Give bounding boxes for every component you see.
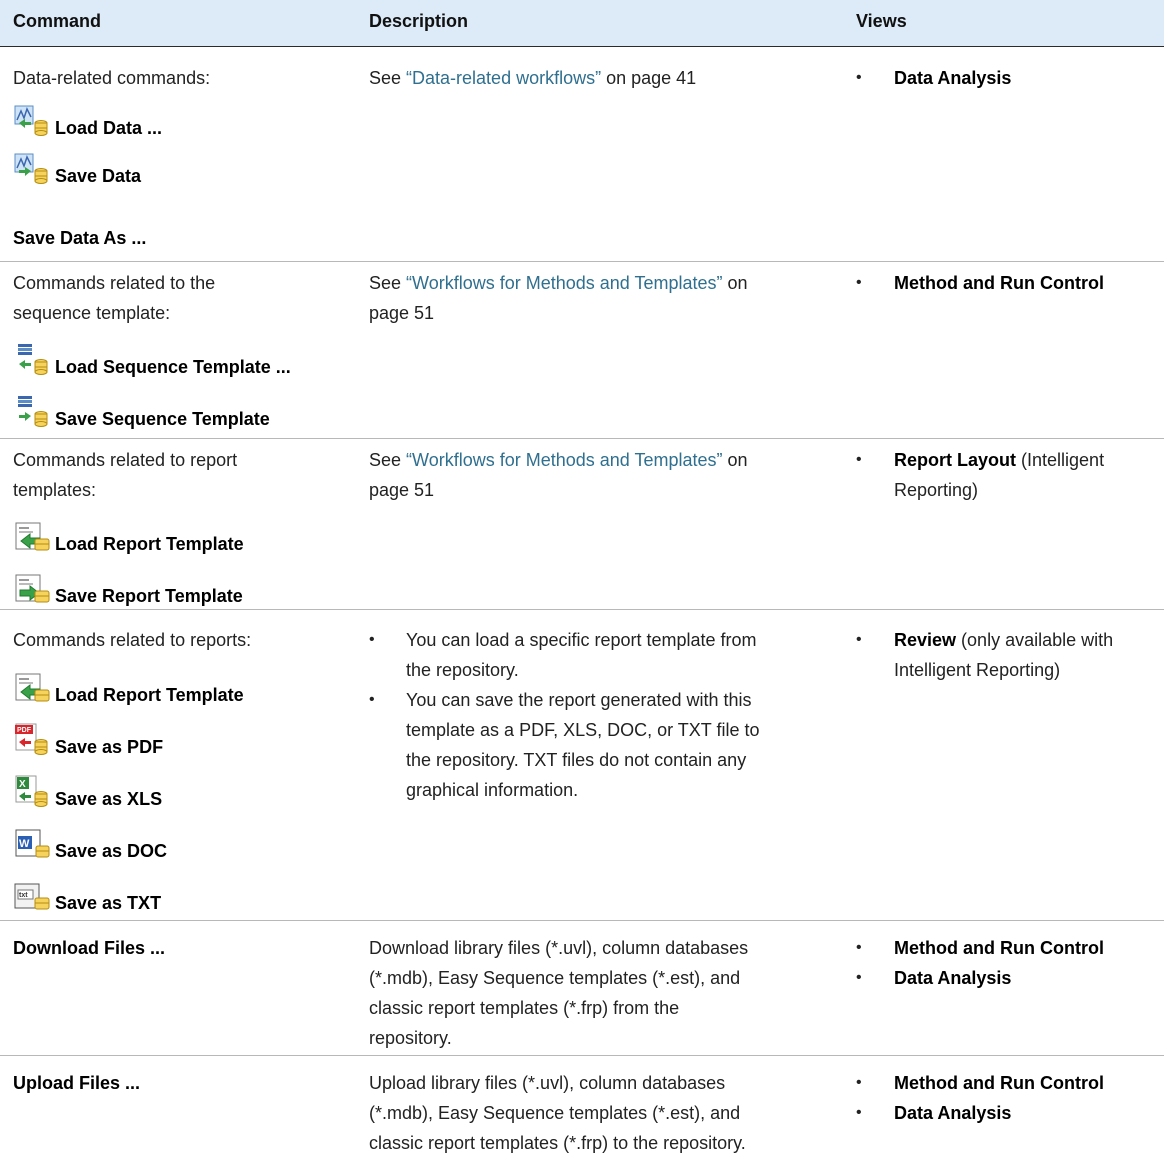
save-as-pdf-command[interactable]: PDF Save as PDF bbox=[13, 718, 163, 758]
data-db-icon bbox=[13, 151, 53, 187]
load-data-command[interactable]: Load Data ... bbox=[13, 99, 162, 139]
save-as-xls-command[interactable]: X Save as XLS bbox=[13, 770, 162, 810]
save-data-command[interactable]: Save Data bbox=[13, 147, 141, 187]
row-intro-line1: Commands related to the bbox=[13, 273, 216, 293]
bullet2-line2: template as a PDF, XLS, DOC, or TXT file… bbox=[406, 720, 760, 740]
header-views: Views bbox=[856, 11, 907, 31]
save-report-template-command[interactable]: Save Report Template bbox=[13, 567, 243, 607]
view-report-layout: Report Layout (Intelligent bbox=[894, 445, 1104, 475]
table-row: Upload Files ... Upload library files (*… bbox=[0, 1056, 1164, 1156]
load-report-template-label: Load Report Template bbox=[55, 534, 244, 554]
save-data-as-command[interactable]: Save Data As ... bbox=[13, 223, 146, 253]
report-template-icon bbox=[13, 519, 53, 555]
desc-prefix: See bbox=[369, 273, 407, 293]
view-method-run-control: Method and Run Control bbox=[894, 1073, 1104, 1093]
desc-line1: Upload library files (*.uvl), column dat… bbox=[369, 1073, 726, 1093]
svg-text:W: W bbox=[19, 838, 30, 850]
row-description: See “Data-related workflows” on page 41 bbox=[369, 63, 696, 93]
desc-line2: (*.mdb), Easy Sequence templates (*.est)… bbox=[369, 968, 741, 988]
table-header: Command Description Views bbox=[0, 0, 1164, 47]
desc-line3: classic report templates (*.frp) to the … bbox=[369, 1133, 746, 1153]
desc-line4: repository. bbox=[369, 1028, 452, 1048]
row-intro: Data-related commands: bbox=[13, 68, 211, 88]
desc-suffix: on page 41 bbox=[601, 68, 697, 88]
row-intro: Commands related to reports: bbox=[13, 630, 252, 650]
xls-icon: X bbox=[13, 774, 53, 810]
desc-line1: Download library files (*.uvl), column d… bbox=[369, 938, 749, 958]
desc-prefix: See bbox=[369, 450, 407, 470]
save-as-xls-label: Save as XLS bbox=[55, 789, 163, 809]
view-review: Review (only available with bbox=[894, 625, 1113, 655]
view-data-analysis: Data Analysis bbox=[894, 68, 1012, 88]
save-as-pdf-label: Save as PDF bbox=[55, 737, 164, 757]
methods-templates-link[interactable]: “Workflows for Methods and Templates” bbox=[406, 273, 722, 293]
bullet2-line4: graphical information. bbox=[406, 780, 579, 800]
table-row: Commands related to the sequence templat… bbox=[0, 262, 1164, 439]
pdf-icon: PDF bbox=[13, 722, 53, 758]
sequence-db-icon bbox=[13, 394, 53, 430]
desc-prefix: See bbox=[369, 68, 407, 88]
view-method-run-control: Method and Run Control bbox=[894, 273, 1104, 293]
view-data-analysis: Data Analysis bbox=[894, 1103, 1012, 1123]
report-template-icon bbox=[13, 670, 53, 706]
view-line2: Intelligent Reporting) bbox=[894, 660, 1061, 680]
load-report-template-command[interactable]: Load Report Template bbox=[13, 515, 244, 555]
bullet2-line1: You can save the report generated with t… bbox=[406, 690, 752, 710]
header-description: Description bbox=[369, 11, 469, 31]
row-description: See “Workflows for Methods and Templates… bbox=[369, 445, 748, 475]
save-sequence-template-command[interactable]: Save Sequence Template bbox=[13, 390, 270, 430]
view-bold: Report Layout bbox=[894, 450, 1017, 470]
load-sequence-template-command[interactable]: Load Sequence Template ... bbox=[13, 338, 291, 378]
row-intro-line2: sequence template: bbox=[13, 303, 171, 323]
desc-line3: classic report templates (*.frp) from th… bbox=[369, 998, 680, 1018]
view-rest: (Intelligent bbox=[1016, 450, 1105, 470]
table-row: Download Files ... Download library file… bbox=[0, 921, 1164, 1056]
data-workflows-link[interactable]: “Data-related workflows” bbox=[406, 68, 601, 88]
save-report-template-label: Save Report Template bbox=[55, 586, 243, 606]
save-as-txt-command[interactable]: txt Save as TXT bbox=[13, 874, 161, 914]
load-data-label: Load Data ... bbox=[55, 118, 163, 138]
table-row: Commands related to reports: Load Report… bbox=[0, 610, 1164, 921]
save-data-label: Save Data bbox=[55, 166, 142, 186]
doc-icon: W bbox=[13, 826, 53, 862]
sequence-db-icon bbox=[13, 342, 53, 378]
row-intro-line1: Commands related to report bbox=[13, 450, 238, 470]
txt-icon: txt bbox=[13, 878, 53, 914]
desc-line2: page 51 bbox=[369, 303, 435, 323]
bullet1-line1: You can load a specific report template … bbox=[406, 630, 757, 650]
data-db-icon bbox=[13, 103, 53, 139]
desc-line2: (*.mdb), Easy Sequence templates (*.est)… bbox=[369, 1103, 741, 1123]
methods-templates-link[interactable]: “Workflows for Methods and Templates” bbox=[406, 450, 722, 470]
save-as-doc-label: Save as DOC bbox=[55, 841, 168, 861]
view-data-analysis: Data Analysis bbox=[894, 968, 1012, 988]
row-intro-line2: templates: bbox=[13, 480, 97, 500]
desc-suffix: on bbox=[722, 450, 748, 470]
bullet1-line2: the repository. bbox=[406, 660, 519, 680]
view-method-run-control: Method and Run Control bbox=[894, 938, 1104, 958]
desc-line2: page 51 bbox=[369, 480, 435, 500]
table-row: Commands related to report templates: Lo… bbox=[0, 439, 1164, 610]
desc-suffix: on bbox=[722, 273, 748, 293]
report-template-icon bbox=[13, 571, 53, 607]
load-report-template-label: Load Report Template bbox=[55, 685, 244, 705]
save-sequence-template-label: Save Sequence Template bbox=[55, 409, 270, 429]
load-sequence-template-label: Load Sequence Template ... bbox=[55, 357, 291, 377]
svg-text:PDF: PDF bbox=[17, 727, 32, 734]
svg-text:X: X bbox=[19, 779, 26, 790]
save-as-txt-label: Save as TXT bbox=[55, 893, 162, 913]
svg-text:txt: txt bbox=[19, 892, 28, 899]
view-bold: Review bbox=[894, 630, 957, 650]
upload-files-command[interactable]: Upload Files ... bbox=[13, 1068, 140, 1098]
row-description: See “Workflows for Methods and Templates… bbox=[369, 268, 748, 298]
download-files-command[interactable]: Download Files ... bbox=[13, 933, 165, 963]
header-command: Command bbox=[13, 11, 102, 31]
view-line2: Reporting) bbox=[894, 480, 979, 500]
save-as-doc-command[interactable]: W Save as DOC bbox=[13, 822, 167, 862]
view-rest: (only available with bbox=[956, 630, 1114, 650]
bullet2-line3: the repository. TXT files do not contain… bbox=[406, 750, 747, 770]
table-row: Data-related commands: Load Data ... Sav… bbox=[0, 47, 1164, 262]
load-report-template-command[interactable]: Load Report Template bbox=[13, 666, 244, 706]
